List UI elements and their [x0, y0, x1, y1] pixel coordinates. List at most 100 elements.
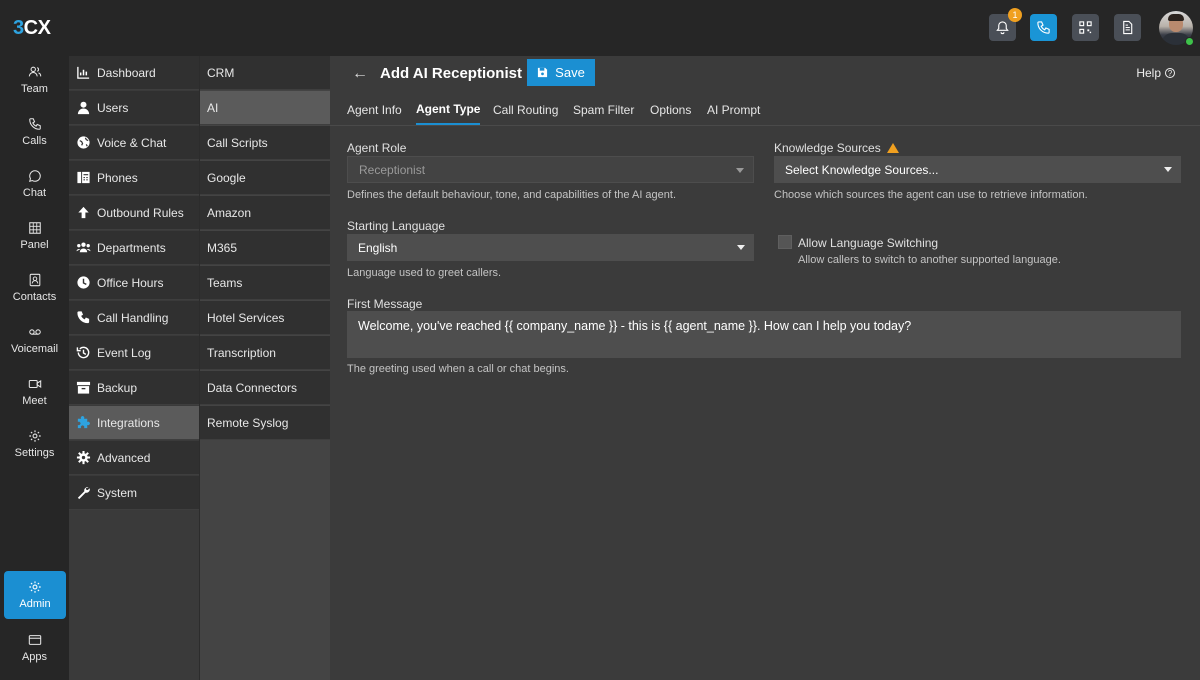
knowledge-sources-label-text: Knowledge Sources: [774, 141, 881, 155]
allow-language-switching-checkbox[interactable]: [778, 235, 792, 249]
agent-role-select: Receptionist: [347, 156, 754, 183]
save-icon: [538, 67, 548, 78]
rail-item-chat[interactable]: Chat: [0, 160, 69, 208]
document-button[interactable]: [1114, 14, 1141, 41]
integrations-menu-item-google[interactable]: Google: [200, 161, 330, 195]
apps-icon: [28, 635, 41, 645]
tab-spam-filter[interactable]: Spam Filter: [573, 94, 634, 125]
help-link[interactable]: Help ?: [1136, 66, 1175, 80]
admin-menu-item-voice-chat[interactable]: Voice & Chat: [69, 126, 199, 160]
rail-label: Admin: [19, 598, 51, 610]
departments-icon: [75, 240, 91, 256]
agent-role-value: Receptionist: [359, 162, 426, 177]
rail-label: Settings: [14, 447, 55, 459]
tab-options[interactable]: Options: [650, 94, 691, 125]
admin-menu-item-call-handling[interactable]: Call Handling: [69, 301, 199, 335]
rail-item-voicemail[interactable]: Voicemail: [0, 316, 69, 364]
chevron-down-icon: [1164, 167, 1172, 172]
admin-menu-item-advanced[interactable]: Advanced: [69, 441, 199, 475]
integrations-menu-item-hotel-services[interactable]: Hotel Services: [200, 301, 330, 335]
rail-item-meet[interactable]: Meet: [0, 368, 69, 416]
knowledge-sources-label: Knowledge Sources: [774, 141, 899, 155]
rail-item-admin[interactable]: Admin: [4, 571, 66, 619]
contacts-icon: [29, 273, 40, 287]
menu-label: AI: [207, 100, 219, 115]
menu-label: Event Log: [97, 345, 152, 360]
rail-item-calls[interactable]: Calls: [0, 108, 69, 156]
gear-icon: [75, 450, 91, 466]
integrations-menu-item-m365[interactable]: M365: [200, 231, 330, 265]
menu-label: M365: [207, 240, 238, 255]
app-logo[interactable]: 3CX: [13, 17, 51, 40]
tab-ai-prompt[interactable]: AI Prompt: [707, 94, 760, 125]
menu-label: Users: [97, 100, 129, 115]
first-message-textarea[interactable]: Welcome, you've reached {{ company_name …: [347, 311, 1181, 358]
back-arrow-icon[interactable]: ←: [352, 65, 368, 83]
help-icon: ?: [1165, 68, 1175, 78]
admin-menu-item-dashboard[interactable]: Dashboard: [69, 56, 199, 90]
menu-label: Voice & Chat: [97, 135, 167, 150]
integrations-menu-item-crm[interactable]: CRM: [200, 56, 330, 90]
clock-icon: [75, 275, 91, 291]
tab-agent-type[interactable]: Agent Type: [416, 94, 481, 125]
starting-language-select[interactable]: English: [347, 234, 754, 261]
admin-menu-item-outbound-rules[interactable]: Outbound Rules: [69, 196, 199, 230]
chat-icon: [28, 170, 41, 182]
globe-icon: [75, 135, 91, 151]
rail-label: Contacts: [12, 291, 57, 303]
integrations-menu-item-data-connectors[interactable]: Data Connectors: [200, 371, 330, 405]
tab-agent-info[interactable]: Agent Info: [347, 94, 402, 125]
integrations-menu-item-ai[interactable]: AI: [200, 91, 330, 125]
history-icon: [75, 345, 91, 361]
grid-icon: [28, 222, 41, 234]
knowledge-sources-hint: Choose which sources the agent can use t…: [774, 189, 1088, 201]
user-icon: [75, 100, 91, 116]
dialer-button[interactable]: [1030, 14, 1057, 41]
document-icon: [1123, 20, 1133, 35]
arrow-up-icon: [75, 205, 91, 221]
integrations-menu-item-teams[interactable]: Teams: [200, 266, 330, 300]
qr-code-button[interactable]: [1072, 14, 1099, 41]
integrations-menu-item-amazon[interactable]: Amazon: [200, 196, 330, 230]
first-message-label: First Message: [347, 297, 423, 311]
admin-menu-item-office-hours[interactable]: Office Hours: [69, 266, 199, 300]
agent-role-label: Agent Role: [347, 141, 407, 155]
menu-label: Amazon: [207, 205, 252, 220]
admin-menu-item-users[interactable]: Users: [69, 91, 199, 125]
rail-item-settings[interactable]: Settings: [0, 420, 69, 468]
knowledge-sources-select[interactable]: Select Knowledge Sources...: [774, 156, 1181, 183]
rail-label: Meet: [22, 395, 47, 407]
rail-item-panel[interactable]: Panel: [0, 212, 69, 260]
notifications-button[interactable]: 1: [989, 8, 1022, 41]
admin-menu-item-phones[interactable]: Phones: [69, 161, 199, 195]
presence-indicator: [1185, 37, 1194, 46]
menu-label: Call Scripts: [207, 135, 268, 150]
gear-icon: [28, 430, 41, 442]
rail-item-team[interactable]: Team: [0, 56, 69, 104]
integrations-menu-item-transcription[interactable]: Transcription: [200, 336, 330, 370]
menu-label: Remote Syslog: [207, 415, 289, 430]
admin-menu-item-departments[interactable]: Departments: [69, 231, 199, 265]
first-message-hint: The greeting used when a call or chat be…: [347, 363, 569, 375]
save-button[interactable]: Save: [527, 59, 595, 86]
chevron-down-icon: [736, 168, 744, 173]
allow-language-switching-hint: Allow callers to switch to another suppo…: [798, 254, 1061, 266]
tab-call-routing[interactable]: Call Routing: [493, 94, 558, 125]
notification-badge: 1: [1008, 8, 1022, 22]
integrations-menu-item-call-scripts[interactable]: Call Scripts: [200, 126, 330, 160]
rail-label: Apps: [21, 651, 48, 663]
archive-icon: [75, 380, 91, 396]
menu-label: Integrations: [97, 415, 160, 430]
admin-menu-item-event-log[interactable]: Event Log: [69, 336, 199, 370]
admin-menu-item-system[interactable]: System: [69, 476, 199, 510]
rail-item-contacts[interactable]: Contacts: [0, 264, 69, 312]
top-bar: 3CX 1: [0, 0, 1200, 56]
save-label: Save: [555, 65, 585, 80]
admin-menu-item-backup[interactable]: Backup: [69, 371, 199, 405]
menu-label: Dashboard: [97, 65, 156, 80]
admin-menu-item-integrations[interactable]: Integrations: [69, 406, 199, 440]
dashboard-icon: [75, 65, 91, 81]
integrations-menu-item-remote-syslog[interactable]: Remote Syslog: [200, 406, 330, 440]
menu-label: Google: [207, 170, 246, 185]
rail-item-apps[interactable]: Apps: [0, 624, 69, 672]
